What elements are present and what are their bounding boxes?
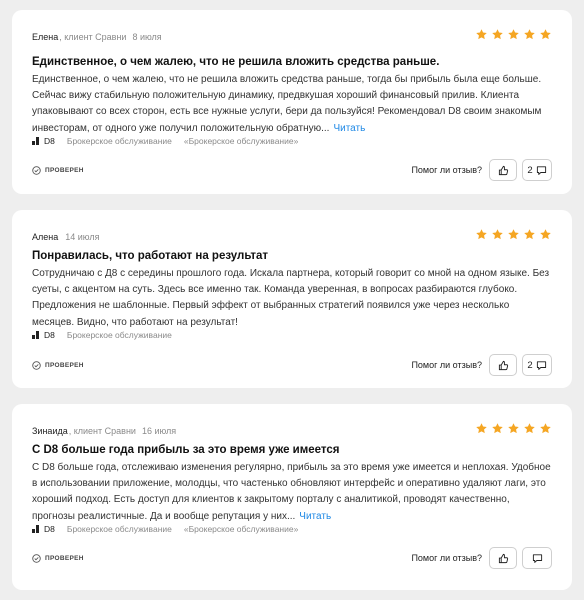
review-title: Понравилась, что работают на результат: [32, 250, 269, 262]
review-footer: ПРОВЕРЕН Помог ли отзыв?: [32, 547, 552, 569]
comment-icon: [536, 360, 546, 370]
review-card: Елена, клиент Сравни 8 июля Единственное,…: [12, 10, 572, 194]
verified-badge: ПРОВЕРЕН: [32, 360, 84, 370]
brand-name: D8: [44, 136, 55, 146]
rating-stars: [475, 228, 552, 241]
brand-tag[interactable]: D8: [32, 330, 55, 340]
thumbs-up-icon: [498, 165, 508, 175]
category-tag[interactable]: Брокерское обслуживание: [67, 524, 172, 534]
review-text: Единственное, о чем жалею, что не решила…: [32, 72, 552, 137]
category-tag[interactable]: Брокерское обслуживание: [67, 330, 172, 340]
star-icon: [507, 28, 520, 41]
star-icon: [523, 28, 536, 41]
comment-icon: [536, 165, 546, 175]
review-text: Сотрудничаю с Д8 с середины прошлого год…: [32, 266, 552, 331]
read-more-link[interactable]: Читать: [333, 123, 365, 134]
star-icon: [507, 228, 520, 241]
comments-count: 2: [527, 359, 533, 371]
rating-stars: [475, 422, 552, 435]
helpful-controls: Помог ли отзыв?: [411, 547, 552, 569]
comments-count: 2: [527, 164, 533, 176]
d8-logo-icon: [32, 331, 40, 339]
review-footer: ПРОВЕРЕН Помог ли отзыв? 2: [32, 159, 552, 181]
shield-check-icon: [32, 165, 41, 175]
read-more-link[interactable]: Читать: [299, 511, 331, 522]
helpful-label: Помог ли отзыв?: [411, 165, 482, 175]
brand-name: D8: [44, 330, 55, 340]
review-header: Алена 14 июля: [32, 229, 552, 246]
review-title: С D8 больше года прибыль за это время уж…: [32, 444, 340, 456]
review-author: Алена: [32, 232, 59, 242]
review-title: Единственное, о чем жалею, что не решила…: [32, 56, 440, 68]
like-button[interactable]: [489, 354, 517, 376]
thumbs-up-icon: [498, 360, 508, 370]
comments-button[interactable]: [522, 547, 552, 569]
star-icon: [475, 422, 488, 435]
review-card: Алена 14 июля Понравилась, что работают н…: [12, 210, 572, 388]
helpful-label: Помог ли отзыв?: [411, 553, 482, 563]
rating-stars: [475, 28, 552, 41]
star-icon: [539, 228, 552, 241]
verified-label: ПРОВЕРЕН: [45, 554, 84, 562]
star-icon: [539, 422, 552, 435]
review-text-body: Сотрудничаю с Д8 с середины прошлого год…: [32, 268, 550, 328]
review-date: 14 июля: [65, 232, 100, 242]
star-icon: [475, 28, 488, 41]
brand-name: D8: [44, 524, 55, 534]
verified-label: ПРОВЕРЕН: [45, 166, 84, 174]
comments-button[interactable]: 2: [522, 159, 552, 181]
review-author-sub: , клиент Сравни: [68, 426, 136, 436]
d8-logo-icon: [32, 137, 40, 145]
star-icon: [507, 422, 520, 435]
thumbs-up-icon: [498, 553, 508, 563]
brand-tag[interactable]: D8: [32, 136, 55, 146]
category-tag[interactable]: «Брокерское обслуживание»: [184, 524, 298, 534]
review-header: Елена, клиент Сравни 8 июля: [32, 29, 552, 46]
review-header: Зинаида, клиент Сравни 16 июля: [32, 423, 552, 440]
star-icon: [491, 422, 504, 435]
category-tag[interactable]: Брокерское обслуживание: [67, 136, 172, 146]
star-icon: [523, 422, 536, 435]
review-author-sub: , клиент Сравни: [59, 32, 127, 42]
helpful-label: Помог ли отзыв?: [411, 360, 482, 370]
reviews-feed: Елена, клиент Сравни 8 июля Единственное,…: [0, 0, 584, 600]
review-date: 8 июля: [132, 32, 162, 42]
helpful-controls: Помог ли отзыв? 2: [411, 354, 552, 376]
shield-check-icon: [32, 360, 41, 370]
review-text: С D8 больше года, отслеживаю изменения р…: [32, 460, 552, 525]
star-icon: [491, 28, 504, 41]
review-meta: D8 Брокерское обслуживание «Брокерское о…: [32, 136, 552, 146]
review-footer: ПРОВЕРЕН Помог ли отзыв? 2: [32, 354, 552, 376]
star-icon: [475, 228, 488, 241]
verified-badge: ПРОВЕРЕН: [32, 553, 84, 563]
review-meta: D8 Брокерское обслуживание: [32, 330, 552, 340]
verified-label: ПРОВЕРЕН: [45, 361, 84, 369]
d8-logo-icon: [32, 525, 40, 533]
review-text-body: Единственное, о чем жалею, что не решила…: [32, 74, 542, 134]
like-button[interactable]: [489, 547, 517, 569]
review-author: Елена: [32, 32, 59, 42]
review-date: 16 июля: [141, 426, 177, 436]
verified-badge: ПРОВЕРЕН: [32, 165, 84, 175]
review-meta: D8 Брокерское обслуживание «Брокерское о…: [32, 524, 552, 534]
review-author: Зинаида: [32, 426, 68, 436]
star-icon: [523, 228, 536, 241]
helpful-controls: Помог ли отзыв? 2: [411, 159, 552, 181]
comment-icon: [532, 553, 542, 563]
brand-tag[interactable]: D8: [32, 524, 55, 534]
comments-button[interactable]: 2: [522, 354, 552, 376]
like-button[interactable]: [489, 159, 517, 181]
review-text-body: С D8 больше года, отслеживаю изменения р…: [32, 462, 551, 522]
star-icon: [539, 28, 552, 41]
shield-check-icon: [32, 553, 41, 563]
star-icon: [491, 228, 504, 241]
review-card: Зинаида, клиент Сравни 16 июля С D8 больш…: [12, 404, 572, 590]
category-tag[interactable]: «Брокерское обслуживание»: [184, 136, 298, 146]
